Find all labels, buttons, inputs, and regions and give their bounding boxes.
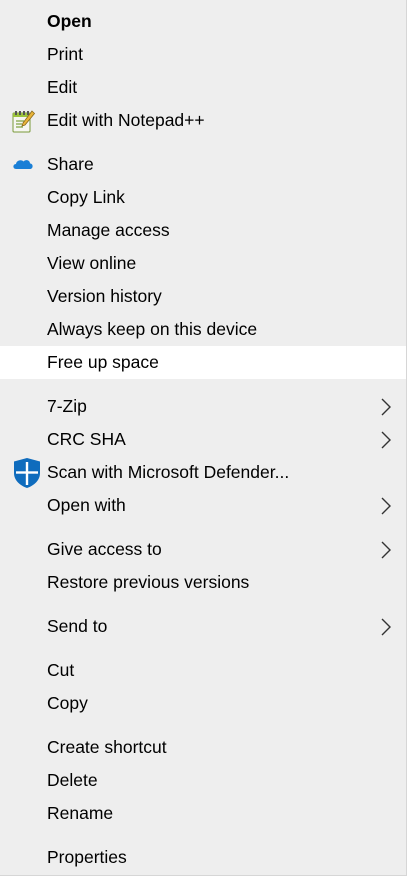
menu-item-always-keep-on-this-device[interactable]: Always keep on this device	[0, 313, 406, 346]
menu-item-label: Open with	[47, 495, 126, 515]
notepad-plus-plus-icon	[10, 108, 36, 134]
menu-item-label: Scan with Microsoft Defender...	[47, 462, 290, 482]
microsoft-defender-shield-icon	[11, 457, 43, 489]
menu-item-free-up-space[interactable]: Free up space	[0, 346, 406, 379]
menu-item-label: Version history	[47, 286, 162, 306]
chevron-right-icon	[379, 497, 393, 515]
menu-item-label: Edit	[47, 77, 78, 97]
chevron-right-icon	[379, 398, 393, 416]
menu-item-open-with[interactable]: Open with	[0, 489, 406, 522]
menu-item-view-online[interactable]: View online	[0, 247, 406, 280]
menu-item-crc-sha[interactable]: CRC SHA	[0, 423, 406, 456]
menu-item-label: Give access to	[47, 539, 162, 559]
menu-item-label: Open	[47, 11, 92, 31]
context-menu: Open Print Edit Edit with Notepad++ Shar…	[0, 0, 407, 876]
chevron-right-icon	[379, 618, 393, 636]
menu-item-send-to[interactable]: Send to	[0, 610, 406, 643]
menu-item-print[interactable]: Print	[0, 38, 406, 71]
menu-item-properties[interactable]: Properties	[0, 841, 406, 874]
menu-item-label: Always keep on this device	[47, 319, 258, 339]
menu-item-restore-previous-versions[interactable]: Restore previous versions	[0, 566, 406, 599]
menu-item-edit[interactable]: Edit	[0, 71, 406, 104]
menu-item-label: Rename	[47, 803, 114, 823]
chevron-right-icon	[379, 541, 393, 559]
menu-item-label: Restore previous versions	[47, 572, 250, 592]
menu-item-label: Manage access	[47, 220, 170, 240]
menu-item-copy-link[interactable]: Copy Link	[0, 181, 406, 214]
menu-item-label: View online	[47, 253, 137, 273]
menu-item-share[interactable]: Share	[0, 148, 406, 181]
menu-item-edit-with-notepad-plus-plus[interactable]: Edit with Notepad++	[0, 104, 406, 137]
menu-item-version-history[interactable]: Version history	[0, 280, 406, 313]
menu-item-label: Copy Link	[47, 187, 125, 207]
menu-item-label: Delete	[47, 770, 98, 790]
menu-item-label: Cut	[47, 660, 75, 680]
menu-item-create-shortcut[interactable]: Create shortcut	[0, 731, 406, 764]
menu-item-7-zip[interactable]: 7-Zip	[0, 390, 406, 423]
menu-item-label: Free up space	[47, 352, 159, 372]
menu-item-label: Send to	[47, 616, 108, 636]
menu-item-copy[interactable]: Copy	[0, 687, 406, 720]
menu-item-label: Edit with Notepad++	[47, 110, 205, 130]
menu-item-rename[interactable]: Rename	[0, 797, 406, 830]
menu-item-scan-with-microsoft-defender[interactable]: Scan with Microsoft Defender...	[0, 456, 406, 489]
menu-item-delete[interactable]: Delete	[0, 764, 406, 797]
menu-item-give-access-to[interactable]: Give access to	[0, 533, 406, 566]
chevron-right-icon	[379, 431, 393, 449]
onedrive-cloud-icon	[10, 154, 36, 180]
menu-item-label: CRC SHA	[47, 429, 126, 449]
menu-item-manage-access[interactable]: Manage access	[0, 214, 406, 247]
menu-item-label: Print	[47, 44, 83, 64]
menu-item-label: Create shortcut	[47, 737, 167, 757]
menu-item-open[interactable]: Open	[0, 5, 406, 38]
menu-item-label: Properties	[47, 847, 127, 867]
menu-item-cut[interactable]: Cut	[0, 654, 406, 687]
menu-item-label: 7-Zip	[47, 396, 87, 416]
menu-item-label: Share	[47, 154, 94, 174]
menu-item-label: Copy	[47, 693, 88, 713]
